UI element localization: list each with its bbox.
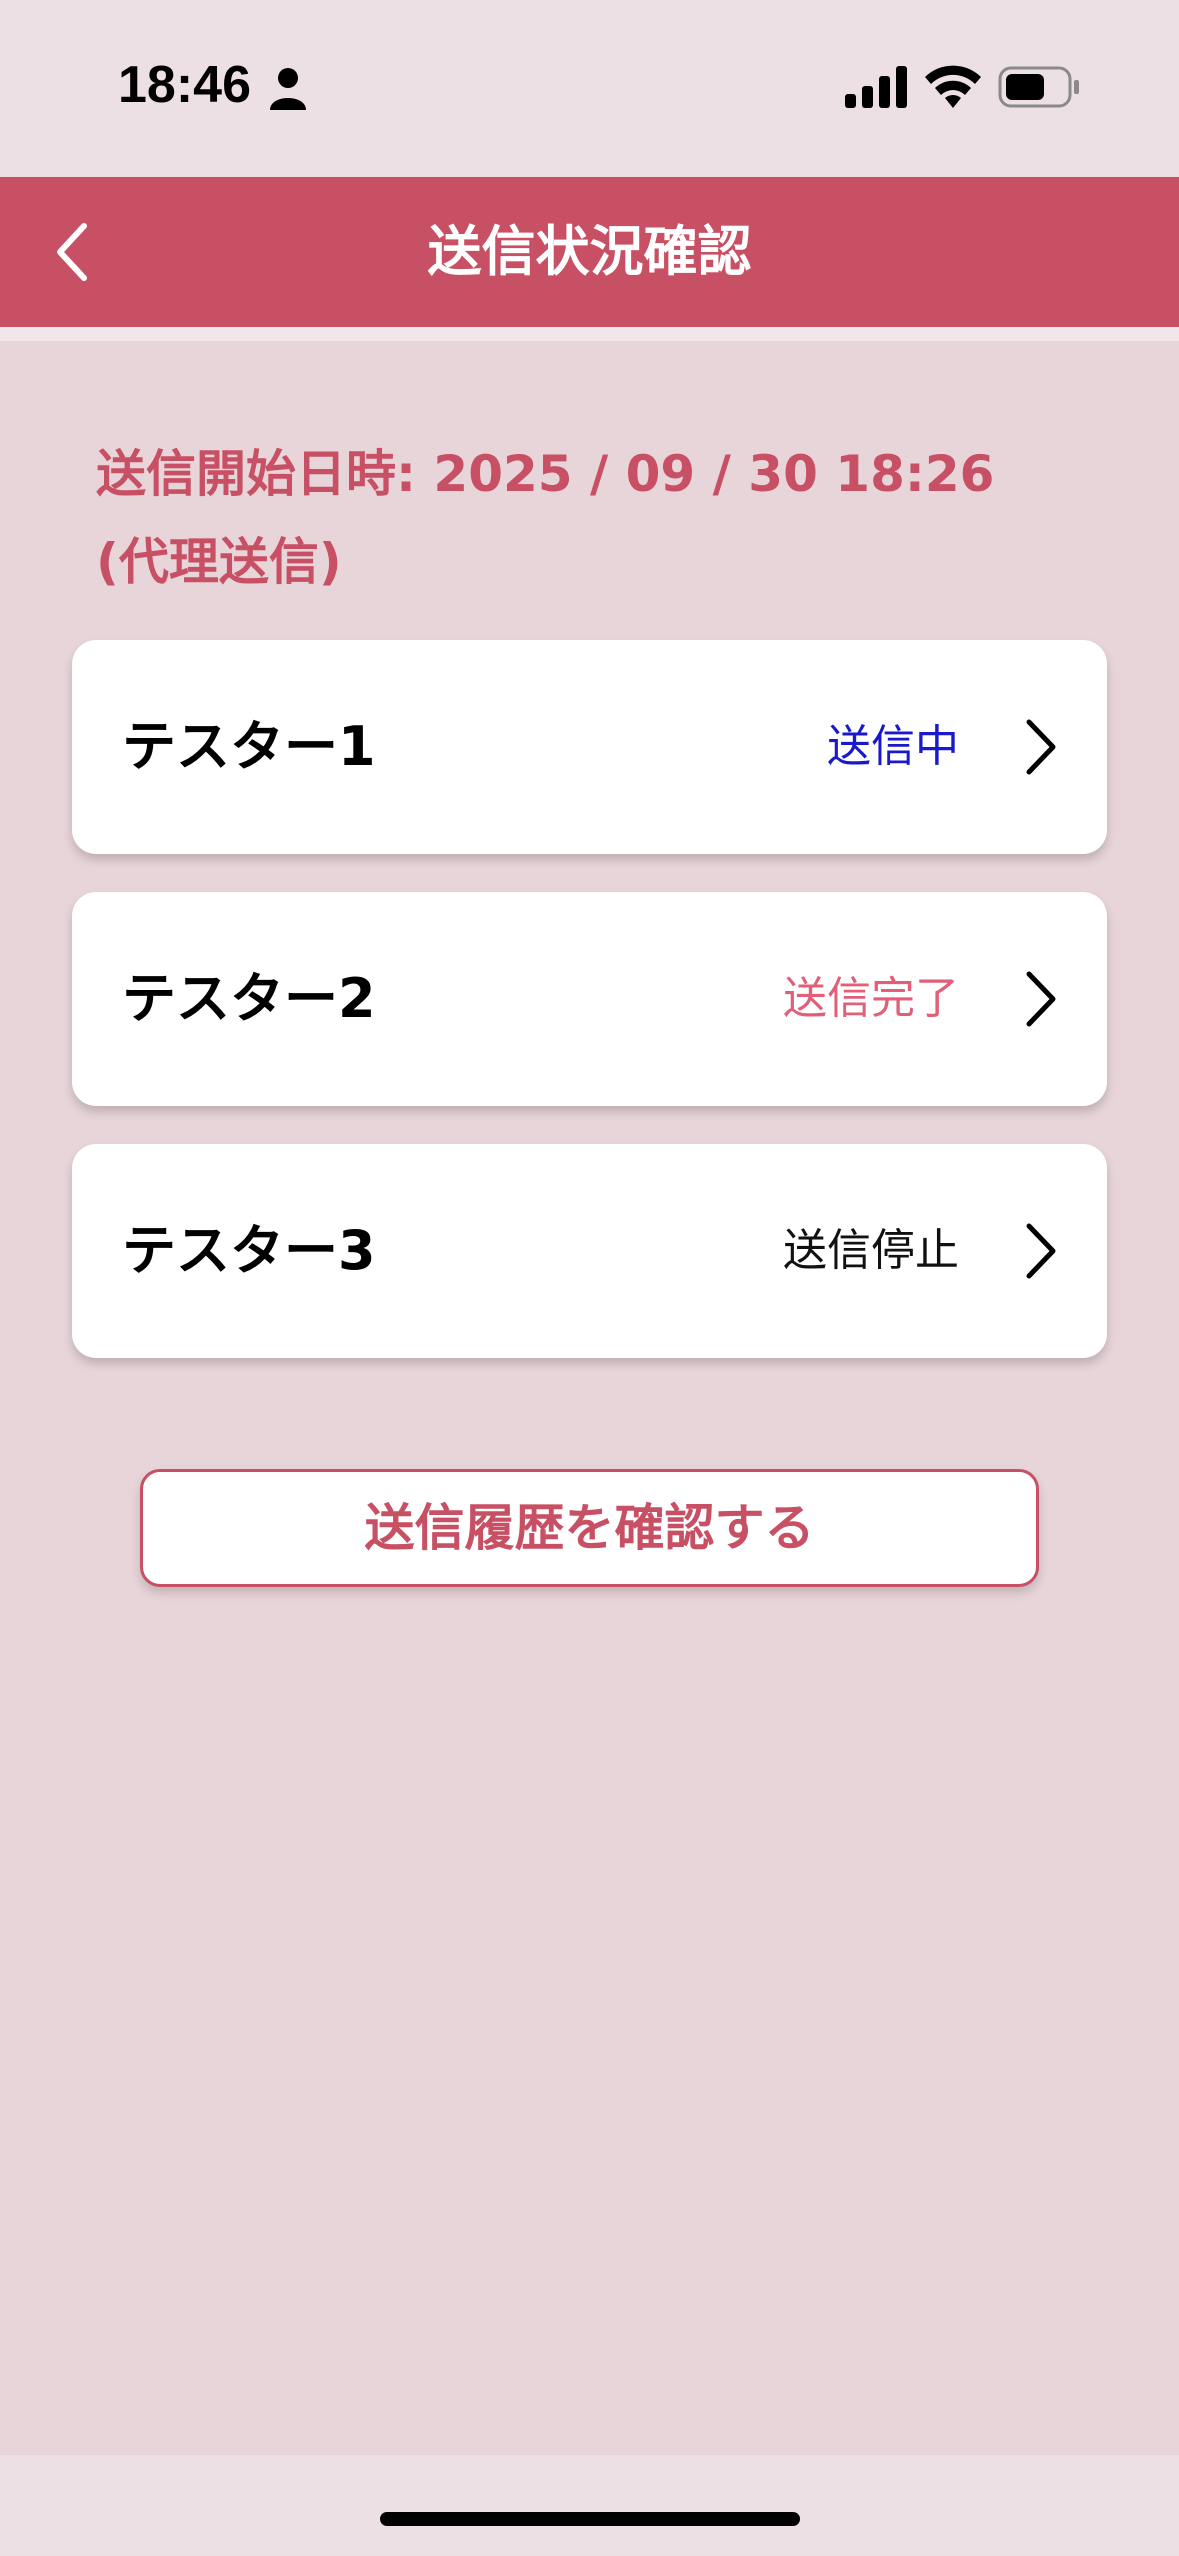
status-bar: 18:46 [0,0,1179,177]
chevron-right-icon [1026,971,1056,1027]
send-start-datetime: 送信開始日時: 2025 / 09 / 30 18:26 [96,445,995,503]
page-title: 送信状況確認 [427,220,752,283]
chevron-right-icon [1026,719,1056,775]
send-start-info: 送信開始日時: 2025 / 09 / 30 18:26 (代理送信) [96,430,994,606]
cellular-signal-icon [845,66,907,108]
wifi-icon [925,65,981,108]
home-indicator[interactable] [380,2512,800,2526]
view-send-history-button[interactable]: 送信履歴を確認する [140,1469,1039,1587]
recipient-list: テスター1 送信中 テスター2 送信完了 テスター3 送信停止 [0,620,1179,1372]
recipient-name: テスター1 [122,715,376,778]
send-status-label: 送信停止 [783,1225,959,1276]
recipient-name: テスター2 [122,967,376,1030]
send-status-label: 送信完了 [783,973,959,1024]
recipient-name: テスター3 [122,1219,376,1282]
chevron-right-icon [1026,1223,1056,1279]
bottom-safe-area [0,2455,1179,2556]
recipient-card[interactable]: テスター3 送信停止 [72,1144,1107,1358]
send-status-label: 送信中 [827,721,959,772]
status-time: 18:46 [118,56,251,114]
proxy-send-note: (代理送信) [96,533,342,591]
person-icon [270,68,306,110]
recipient-card[interactable]: テスター2 送信完了 [72,892,1107,1106]
battery-icon [998,66,1079,108]
nav-header: 送信状況確認 [0,177,1179,327]
app-screen: 18:46 送信状況確認 送信開始日時: 2025 / 09 / 30 18:2… [0,0,1179,2556]
header-divider [0,327,1179,341]
recipient-card[interactable]: テスター1 送信中 [72,640,1107,854]
